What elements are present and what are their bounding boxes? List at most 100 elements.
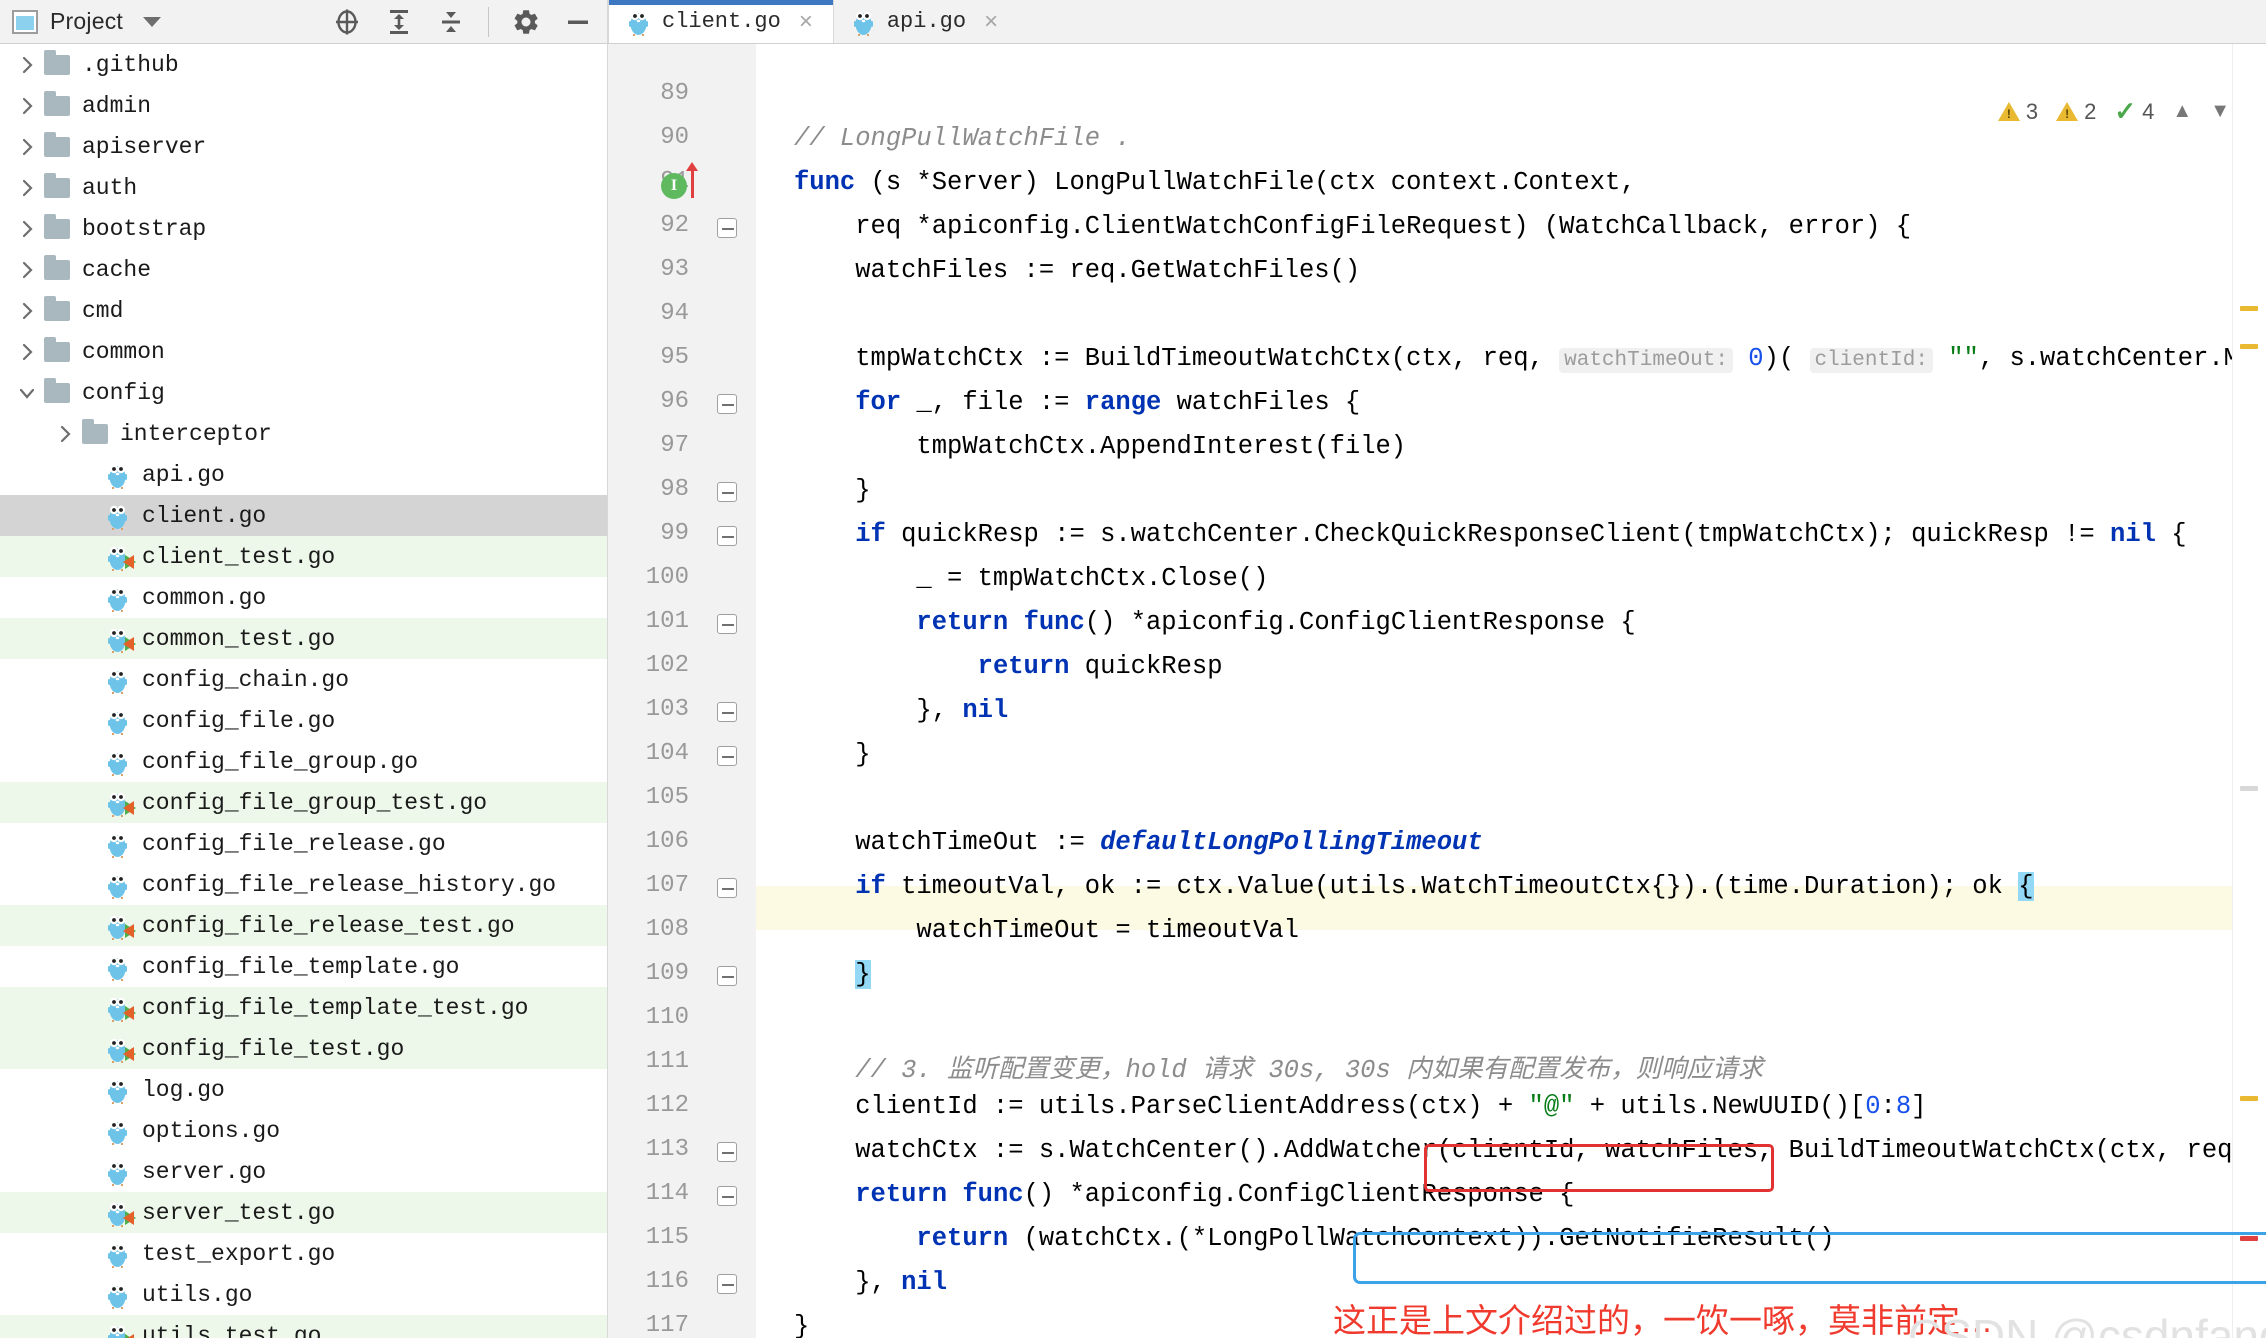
code-line[interactable]: if quickResp := s.watchCenter.CheckQuick…	[794, 520, 2186, 549]
warning-count-1[interactable]: 3	[1997, 99, 2038, 125]
code-fold-toggle[interactable]	[717, 218, 739, 240]
chevron-right-icon[interactable]	[16, 259, 38, 281]
tree-item-client-go[interactable]: client.go	[0, 495, 607, 536]
run-test-marker-icon[interactable]	[123, 800, 136, 815]
chevron-down-icon[interactable]	[142, 16, 161, 27]
code-line[interactable]: return func() *apiconfig.ConfigClientRes…	[794, 608, 1635, 637]
tree-item--github[interactable]: .github	[0, 44, 607, 85]
overrides-arrow-icon[interactable]	[686, 162, 698, 198]
gutter-icon-column[interactable]: I	[661, 44, 756, 1338]
code-fold-toggle[interactable]	[717, 966, 739, 988]
tree-item-log-go[interactable]: log.go	[0, 1069, 607, 1110]
implements-gutter-icon[interactable]: I	[661, 173, 687, 199]
inspection-summary[interactable]: 3 2 ✓ 4 ▲ ▼	[1997, 96, 2230, 127]
inspection-marker[interactable]	[2240, 306, 2258, 311]
inspection-marker[interactable]	[2240, 1096, 2258, 1101]
tree-item-server-test-go[interactable]: server_test.go	[0, 1192, 607, 1233]
minimize-icon[interactable]	[563, 7, 593, 37]
tab-client-go[interactable]: client.go ×	[608, 0, 834, 43]
code-line[interactable]: func (s *Server) LongPullWatchFile(ctx c…	[794, 168, 1636, 197]
code-line[interactable]: // LongPullWatchFile .	[794, 124, 1131, 153]
tree-item-config-file-template-test-go[interactable]: config_file_template_test.go	[0, 987, 607, 1028]
tree-item-config-file-group-go[interactable]: config_file_group.go	[0, 741, 607, 782]
tree-item-common-test-go[interactable]: common_test.go	[0, 618, 607, 659]
code-line[interactable]: }	[794, 1312, 809, 1338]
code-line[interactable]: req *apiconfig.ClientWatchConfigFileRequ…	[794, 212, 1911, 241]
code-line[interactable]: }, nil	[794, 696, 1008, 725]
code-fold-toggle[interactable]	[717, 878, 739, 900]
inspection-marker[interactable]	[2240, 344, 2258, 349]
tree-item-admin[interactable]: admin	[0, 85, 607, 126]
inspection-ok-count[interactable]: ✓ 4	[2114, 96, 2154, 127]
code-fold-toggle[interactable]	[717, 746, 739, 768]
run-test-marker-icon[interactable]	[123, 1046, 136, 1061]
tree-item-utils-test-go[interactable]: utils_test.go	[0, 1315, 607, 1338]
run-test-marker-icon[interactable]	[123, 1333, 136, 1338]
chevron-right-icon[interactable]	[16, 341, 38, 363]
tree-item-config-file-test-go[interactable]: config_file_test.go	[0, 1028, 607, 1069]
tree-item-server-go[interactable]: server.go	[0, 1151, 607, 1192]
code-line[interactable]: }	[794, 960, 871, 989]
close-icon[interactable]: ×	[984, 9, 998, 34]
inspection-marker[interactable]	[2240, 786, 2258, 791]
code-line[interactable]: if timeoutVal, ok := ctx.Value(utils.Wat…	[794, 872, 2034, 901]
chevron-down-icon[interactable]: ▼	[2210, 100, 2230, 123]
project-tree-panel[interactable]: .github admin apiserver auth bootstrap cache c…	[0, 44, 608, 1338]
code-line[interactable]: return quickResp	[794, 652, 1223, 681]
tree-item-config[interactable]: config	[0, 372, 607, 413]
code-line[interactable]: for _, file := range watchFiles {	[794, 388, 1360, 417]
code-fold-toggle[interactable]	[717, 1142, 739, 1164]
chevron-right-icon[interactable]	[16, 300, 38, 322]
chevron-right-icon[interactable]	[16, 95, 38, 117]
tree-item-client-test-go[interactable]: client_test.go	[0, 536, 607, 577]
tree-item-options-go[interactable]: options.go	[0, 1110, 607, 1151]
gear-icon[interactable]	[511, 7, 541, 37]
tree-item-common[interactable]: common	[0, 331, 607, 372]
tree-item-cmd[interactable]: cmd	[0, 290, 607, 331]
tree-item-config-chain-go[interactable]: config_chain.go	[0, 659, 607, 700]
run-test-marker-icon[interactable]	[123, 1005, 136, 1020]
code-fold-toggle[interactable]	[717, 702, 739, 724]
code-line[interactable]: watchCtx := s.WatchCenter().AddWatcher(c…	[794, 1136, 2248, 1165]
run-test-marker-icon[interactable]	[123, 1210, 136, 1225]
tree-item-auth[interactable]: auth	[0, 167, 607, 208]
crosshair-target-icon[interactable]	[332, 7, 362, 37]
tree-item-config-file-release-history-go[interactable]: config_file_release_history.go	[0, 864, 607, 905]
code-content[interactable]: // LongPullWatchFile . func (s *Server) L…	[756, 44, 2266, 1338]
chevron-right-icon[interactable]	[16, 218, 38, 240]
tree-item-common-go[interactable]: common.go	[0, 577, 607, 618]
tree-item-config-file-go[interactable]: config_file.go	[0, 700, 607, 741]
code-line[interactable]: tmpWatchCtx := BuildTimeoutWatchCtx(ctx,…	[794, 344, 2239, 373]
tree-item-apiserver[interactable]: apiserver	[0, 126, 607, 167]
tree-item-bootstrap[interactable]: bootstrap	[0, 208, 607, 249]
warning-count-2[interactable]: 2	[2056, 99, 2096, 125]
run-test-marker-icon[interactable]	[123, 636, 136, 651]
tree-item-config-file-group-test-go[interactable]: config_file_group_test.go	[0, 782, 607, 823]
code-line[interactable]: return func() *apiconfig.ConfigClientRes…	[794, 1180, 1574, 1209]
tree-item-config-file-template-go[interactable]: config_file_template.go	[0, 946, 607, 987]
code-fold-toggle[interactable]	[717, 526, 739, 548]
code-fold-toggle[interactable]	[717, 394, 739, 416]
code-line[interactable]: tmpWatchCtx.AppendInterest(file)	[794, 432, 1406, 461]
code-line[interactable]: watchTimeOut = timeoutVal	[794, 916, 1299, 945]
inspection-marker[interactable]	[2240, 1236, 2258, 1241]
run-test-marker-icon[interactable]	[123, 554, 136, 569]
tab-api-go[interactable]: api.go ×	[833, 0, 1019, 43]
chevron-right-icon[interactable]	[16, 177, 38, 199]
code-fold-toggle[interactable]	[717, 1274, 739, 1296]
code-line[interactable]: clientId := utils.ParseClientAddress(ctx…	[794, 1092, 1926, 1121]
tree-item-cache[interactable]: cache	[0, 249, 607, 290]
collapse-all-icon[interactable]	[436, 7, 466, 37]
expand-all-icon[interactable]	[384, 7, 414, 37]
code-fold-toggle[interactable]	[717, 614, 739, 636]
tree-item-config-file-release-go[interactable]: config_file_release.go	[0, 823, 607, 864]
tree-item-utils-go[interactable]: utils.go	[0, 1274, 607, 1315]
code-line[interactable]: }	[794, 740, 870, 769]
run-test-marker-icon[interactable]	[123, 923, 136, 938]
code-line[interactable]: _ = tmpWatchCtx.Close()	[794, 564, 1268, 593]
code-line[interactable]: watchTimeOut := defaultLongPollingTimeou…	[794, 828, 1482, 857]
tree-item-config-file-release-test-go[interactable]: config_file_release_test.go	[0, 905, 607, 946]
code-editor[interactable]: 8990919293949596979899100101102103104105…	[608, 44, 2266, 1338]
code-line[interactable]: }	[794, 476, 870, 505]
inspection-strip[interactable]	[2232, 44, 2266, 1338]
